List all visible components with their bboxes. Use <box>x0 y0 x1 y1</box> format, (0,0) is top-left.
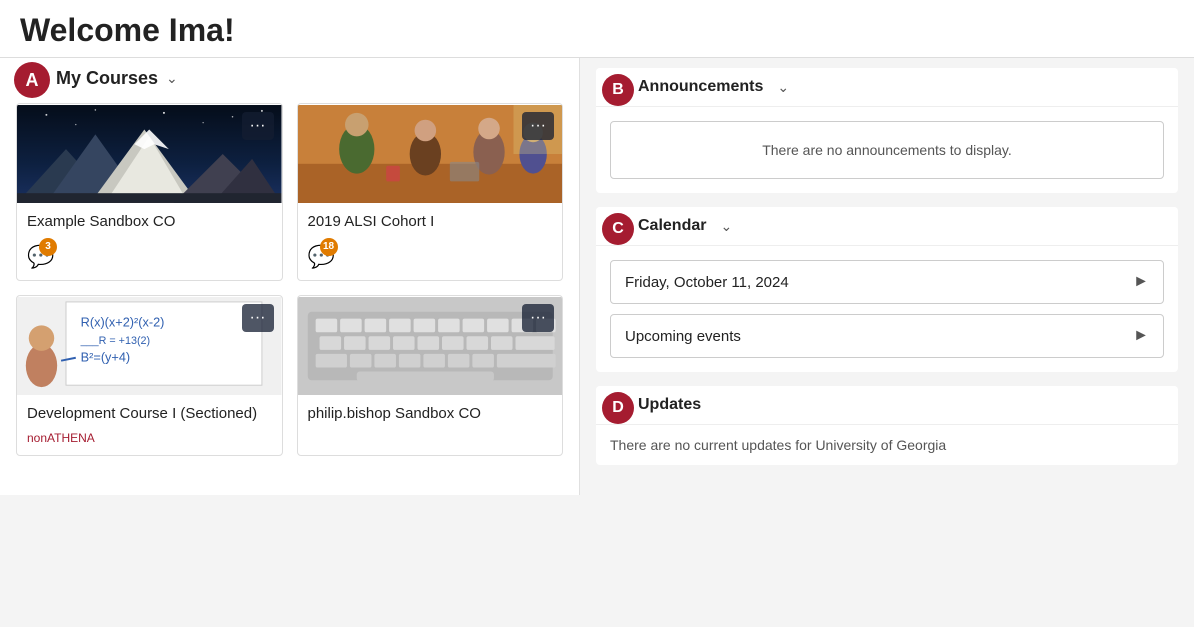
course-name-alsi: 2019 ALSI Cohort I <box>308 212 553 232</box>
course-card-sandbox-co[interactable]: ··· Example Sandbox CO 💬 3 <box>16 103 283 281</box>
course-info-alsi: 2019 ALSI Cohort I 💬 18 <box>298 204 563 280</box>
course-name-sandbox: Example Sandbox CO <box>27 212 272 232</box>
course-info-sandbox: Example Sandbox CO 💬 3 <box>17 204 282 280</box>
course-name-dev: Development Course I (Sectioned) <box>27 404 272 424</box>
course-subtitle-dev: nonATHENA <box>27 431 272 445</box>
badge-b: B <box>602 74 634 106</box>
right-panel: B Announcements ⌄ There are no announcem… <box>580 58 1194 495</box>
upcoming-events-row[interactable]: Upcoming events ► <box>610 314 1164 358</box>
svg-text:B²=(y+4): B²=(y+4) <box>81 349 130 364</box>
announcements-body: There are no announcements to display. <box>596 107 1178 193</box>
calendar-date-row[interactable]: Friday, October 11, 2024 ► <box>610 260 1164 304</box>
page-title: Welcome Ima! <box>20 12 1174 49</box>
notif-badge-sandbox: 3 <box>39 238 57 256</box>
announcements-section: B Announcements ⌄ There are no announcem… <box>596 68 1178 193</box>
updates-body: There are no current updates for Univers… <box>596 425 1178 465</box>
calendar-title: Calendar <box>638 217 706 235</box>
badge-a: A <box>14 62 50 98</box>
announcements-empty: There are no announcements to display. <box>610 121 1164 179</box>
upcoming-events-label: Upcoming events <box>625 328 741 345</box>
badge-c: C <box>602 213 634 245</box>
my-courses-title: My Courses <box>56 68 158 89</box>
updates-header: D Updates <box>596 386 1178 425</box>
left-panel: A My Courses ⌄ <box>0 58 580 495</box>
courses-grid: ··· Example Sandbox CO 💬 3 <box>16 103 563 456</box>
course-image-people: ··· <box>298 104 563 204</box>
calendar-date-label: Friday, October 11, 2024 <box>625 274 789 291</box>
updates-section: D Updates There are no current updates f… <box>596 386 1178 465</box>
my-courses-header: A My Courses ⌄ <box>16 68 563 89</box>
calendar-header: C Calendar ⌄ <box>596 207 1178 246</box>
course-info-dev: Development Course I (Sectioned) nonATHE… <box>17 396 282 456</box>
announcements-empty-text: There are no announcements to display. <box>762 142 1012 158</box>
course-name-bishop: philip.bishop Sandbox CO <box>308 404 553 424</box>
upcoming-events-chevron: ► <box>1133 327 1149 345</box>
calendar-date-chevron: ► <box>1133 273 1149 291</box>
course-card-dev[interactable]: R(x)(x+2)²(x-2) ___R = +13(2) B²=(y+4) ·… <box>16 295 283 457</box>
course-card-alsi[interactable]: ··· 2019 ALSI Cohort I 💬 18 <box>297 103 564 281</box>
notif-badge-alsi: 18 <box>320 238 338 256</box>
svg-text:R(x)(x+2)²(x-2): R(x)(x+2)²(x-2) <box>81 314 165 329</box>
course-menu-btn-alsi[interactable]: ··· <box>522 112 554 140</box>
announcements-chevron[interactable]: ⌄ <box>777 79 789 96</box>
chat-wrap-alsi: 💬 18 <box>308 244 335 270</box>
course-menu-btn-dev[interactable]: ··· <box>242 304 274 332</box>
updates-message: There are no current updates for Univers… <box>610 437 946 453</box>
course-menu-btn-sandbox[interactable]: ··· <box>242 112 274 140</box>
course-image-keyboard: ··· <box>298 296 563 396</box>
calendar-body: Friday, October 11, 2024 ► Upcoming even… <box>596 246 1178 372</box>
chat-wrap-sandbox: 💬 3 <box>27 244 54 270</box>
svg-text:___R = +13(2): ___R = +13(2) <box>80 335 150 347</box>
announcements-title: Announcements <box>638 78 763 96</box>
announcements-header: B Announcements ⌄ <box>596 68 1178 107</box>
course-info-bishop: philip.bishop Sandbox CO <box>298 396 563 442</box>
course-menu-btn-bishop[interactable]: ··· <box>522 304 554 332</box>
page-header: Welcome Ima! <box>0 0 1194 58</box>
course-card-bishop[interactable]: ··· philip.bishop Sandbox CO <box>297 295 564 457</box>
calendar-chevron[interactable]: ⌄ <box>720 218 732 235</box>
badge-d: D <box>602 392 634 424</box>
updates-title: Updates <box>638 396 701 414</box>
course-image-whiteboard: R(x)(x+2)²(x-2) ___R = +13(2) B²=(y+4) ·… <box>17 296 282 396</box>
my-courses-chevron[interactable]: ⌄ <box>166 70 178 87</box>
calendar-section: C Calendar ⌄ Friday, October 11, 2024 ► … <box>596 207 1178 372</box>
course-image-mountain: ··· <box>17 104 282 204</box>
